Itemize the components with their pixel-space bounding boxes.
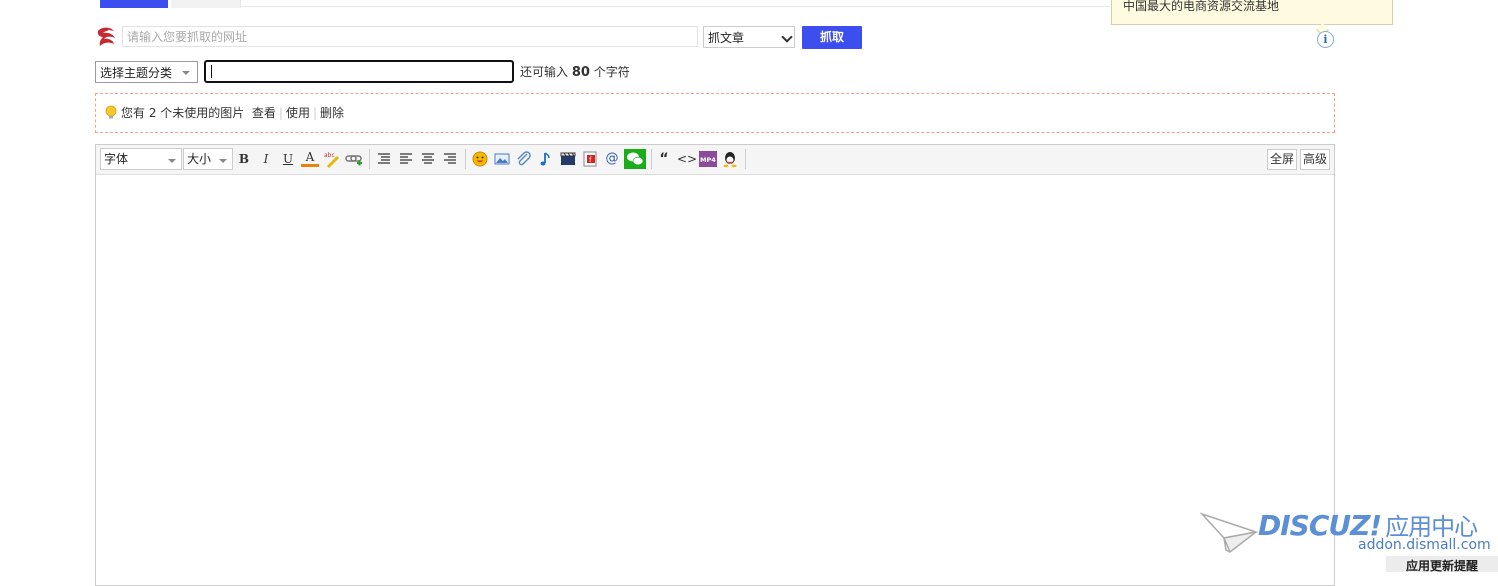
toolbar-separator	[465, 149, 466, 169]
separator: |	[278, 106, 283, 120]
tab-inactive[interactable]	[171, 0, 241, 8]
grab-type-select[interactable]: 抓文章	[703, 26, 795, 48]
tab-active[interactable]	[100, 0, 168, 8]
tab-divider-line	[240, 6, 1110, 7]
underline-button[interactable]: U	[279, 150, 297, 168]
paper-plane-icon	[1200, 512, 1258, 554]
dragon-logo-icon	[97, 27, 115, 46]
font-family-select[interactable]: 字体	[100, 148, 182, 170]
qq-icon[interactable]	[721, 150, 739, 168]
emoji-icon[interactable]	[471, 150, 489, 168]
toolbar-separator	[369, 149, 370, 169]
code-button[interactable]: <>	[677, 150, 697, 168]
category-select[interactable]: 选择主题分类	[95, 61, 198, 83]
link-add-icon[interactable]	[345, 150, 363, 168]
font-color-button[interactable]: A	[301, 150, 319, 167]
dropdown-arrow-icon	[168, 159, 176, 163]
font-size-label: 大小	[187, 152, 212, 166]
info-tooltip: 中国最大的电商资源交流基地	[1111, 0, 1393, 25]
toolbar-separator	[651, 149, 652, 169]
update-reminder-text: 应用更新提醒	[1406, 559, 1479, 573]
quote-button[interactable]: “	[655, 150, 673, 168]
svg-text:abc: abc	[324, 152, 335, 159]
wechat-icon[interactable]	[624, 149, 646, 169]
char-remaining-text: 还可输入 80 个字符	[520, 63, 630, 80]
dropdown-arrow-icon	[219, 159, 227, 163]
remain-count: 80	[571, 65, 590, 80]
video-icon[interactable]	[559, 150, 577, 168]
at-mention-button[interactable]: @	[603, 150, 621, 168]
lightbulb-icon	[105, 105, 117, 119]
remain-prefix: 还可输入	[520, 65, 569, 79]
toolbar-separator	[745, 149, 746, 169]
view-link[interactable]: 查看	[252, 106, 276, 120]
url-input[interactable]	[122, 26, 698, 47]
use-link[interactable]: 使用	[286, 106, 310, 120]
bold-button[interactable]: B	[235, 150, 253, 168]
font-family-label: 字体	[104, 152, 129, 166]
align-left-icon[interactable]	[397, 150, 415, 168]
separator: |	[312, 106, 318, 120]
font-size-select[interactable]: 大小	[183, 148, 233, 170]
align-right-icon[interactable]	[441, 150, 459, 168]
mp4-icon[interactable]: MP4	[699, 150, 717, 168]
image-icon[interactable]	[493, 150, 511, 168]
grab-type-selected: 抓文章	[708, 31, 745, 45]
notice-line: 您有 2 个未使用的图片 查看 | 使用 | 删除	[121, 104, 344, 121]
brand-domain: addon.dismall.com	[1358, 537, 1491, 553]
music-icon[interactable]	[537, 150, 555, 168]
italic-button[interactable]: I	[257, 150, 275, 168]
delete-link[interactable]: 删除	[320, 106, 344, 120]
fullscreen-button[interactable]: 全屏	[1267, 149, 1298, 170]
chevron-down-icon	[781, 31, 793, 43]
title-input[interactable]	[204, 60, 514, 83]
editor-toolbar: 字体 大小 B I U A abc f @ “ <> MP4 全屏 高级	[96, 145, 1334, 175]
indent-icon[interactable]	[375, 150, 393, 168]
update-reminder[interactable]: 应用更新提醒	[1386, 556, 1498, 573]
advanced-mode-button[interactable]: 高级	[1300, 149, 1331, 170]
dropdown-arrow-icon	[182, 71, 190, 75]
text-caret	[211, 65, 212, 78]
attachment-icon[interactable]	[515, 150, 533, 168]
category-selected: 选择主题分类	[100, 66, 173, 80]
info-icon[interactable]: i	[1317, 31, 1334, 48]
flash-icon[interactable]: f	[581, 150, 599, 168]
remain-suffix: 个字符	[593, 65, 630, 79]
svg-text:MP4: MP4	[700, 156, 716, 164]
align-center-icon[interactable]	[419, 150, 437, 168]
notice-message: 您有 2 个未使用的图片	[121, 106, 245, 120]
post-editor: 字体 大小 B I U A abc f @ “ <> MP4 全屏 高级	[95, 144, 1335, 586]
highlight-icon[interactable]: abc	[323, 150, 341, 168]
tooltip-text: 中国最大的电商资源交流基地	[1123, 0, 1280, 13]
grab-button[interactable]: 抓取	[802, 26, 862, 49]
